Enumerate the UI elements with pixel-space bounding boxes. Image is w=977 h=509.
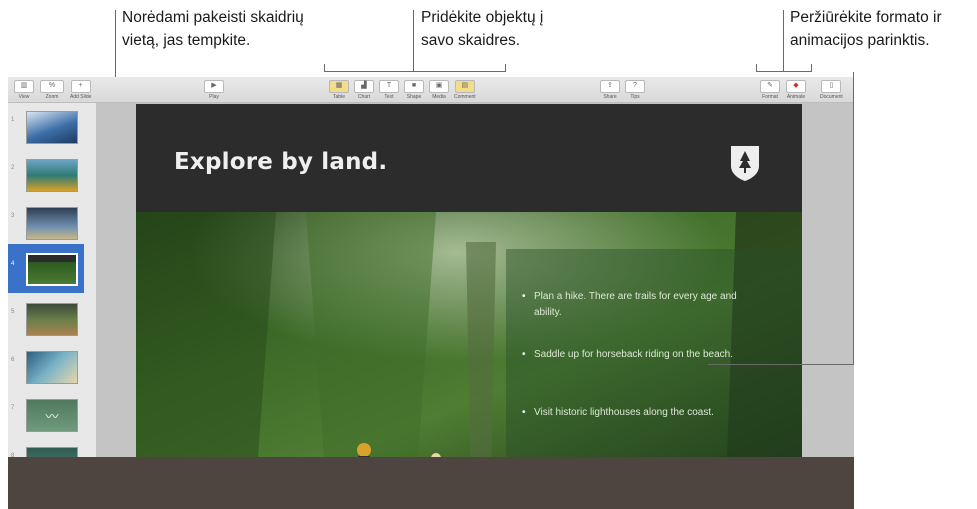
share-icon: ⇪ — [600, 80, 620, 93]
format-button[interactable]: ✎ Format — [760, 80, 780, 100]
callout-line-objects-r — [505, 64, 506, 72]
callout-line-format-h — [756, 71, 812, 72]
media-label: Media — [432, 94, 446, 100]
slide-number: 6 — [11, 357, 15, 363]
text-label: Text — [384, 94, 394, 100]
document-button[interactable]: ▯ Document — [820, 80, 843, 100]
slide-thumbnail-4[interactable] — [26, 253, 78, 286]
comment-label: Comment — [454, 94, 476, 100]
callout-format-line1: Peržiūrėkite formato ir — [790, 9, 942, 26]
slide-number: 3 — [11, 213, 15, 219]
add-slide-icon: + — [70, 80, 91, 93]
view-label: View — [18, 94, 30, 100]
share-label: Share — [603, 94, 617, 100]
bullet-text-box[interactable]: Plan a hike. There are trails for every … — [506, 249, 802, 484]
callout-navigator-line2: vietą, jas tempkite. — [122, 32, 251, 49]
slide-navigator: 1 2 3 4 5 6 7 〰 8 ⌒ — [8, 103, 97, 509]
callout-line-objects-h — [324, 71, 506, 72]
table-button[interactable]: ▦ Table — [329, 80, 349, 100]
tips-button[interactable]: ? Tips — [625, 80, 645, 100]
callout-format: Peržiūrėkite formato ir animacijos parin… — [790, 6, 942, 52]
table-label: Table — [333, 94, 345, 100]
add-slide-button[interactable]: + Add Slide — [70, 80, 91, 100]
keynote-window: ▥ View % Zoom + Add Slide ▶ Play ▦ Table… — [8, 77, 854, 509]
shield-tree-icon — [731, 146, 759, 181]
shape-icon: ■ — [404, 80, 424, 93]
animate-label: Animate — [786, 94, 806, 100]
callout-objects: Pridėkite objektų į savo skaidres. — [421, 6, 543, 52]
bullet-item-3: Visit historic lighthouses along the coa… — [522, 405, 764, 421]
bullet-item-2: Saddle up for horseback riding on the be… — [522, 347, 764, 363]
slide-number: 5 — [11, 309, 15, 315]
document-icon: ▯ — [821, 80, 842, 93]
media-button[interactable]: ▣ Media — [429, 80, 449, 100]
slide-thumbnail-3[interactable] — [26, 207, 78, 240]
callout-line-objects-v — [413, 10, 414, 72]
table-icon: ▦ — [329, 80, 349, 93]
text-icon: T — [379, 80, 399, 93]
current-slide[interactable]: Explore by land. • Plan a hike. There ar… — [136, 104, 802, 484]
chart-label: Chart — [357, 94, 371, 100]
callout-line-objects-l — [324, 64, 325, 72]
animate-icon: ◆ — [786, 80, 806, 93]
callout-objects-line1: Pridėkite objektų į — [421, 9, 544, 26]
tips-icon: ? — [625, 80, 645, 93]
shape-label: Shape — [406, 94, 422, 100]
callout-line-format-v — [783, 10, 784, 72]
add-slide-label: Add Slide — [70, 94, 92, 100]
shape-button[interactable]: ■ Shape — [404, 80, 424, 100]
view-icon: ▥ — [14, 80, 34, 93]
slide-number: 2 — [11, 165, 15, 171]
window-bottom-bar — [8, 457, 854, 509]
slide-thumbnail-5[interactable] — [26, 303, 78, 336]
share-button[interactable]: ⇪ Share — [600, 80, 620, 100]
chart-icon: ▟ — [354, 80, 374, 93]
bird-icon: 〰 — [45, 409, 59, 424]
play-icon: ▶ — [204, 80, 224, 93]
format-label: Format — [762, 94, 778, 100]
media-icon: ▣ — [429, 80, 449, 93]
slide-title[interactable]: Explore by land. — [174, 149, 387, 175]
tips-label: Tips — [630, 94, 640, 100]
slide-thumbnail-2[interactable] — [26, 159, 78, 192]
play-button[interactable]: ▶ Play — [204, 80, 224, 100]
callout-navigator-line1: Norėdami pakeisti skaidrių — [122, 9, 304, 26]
text-button[interactable]: T Text — [379, 80, 399, 100]
slide-thumbnail-1[interactable] — [26, 111, 78, 144]
callout-line-format-side-h — [708, 364, 854, 365]
view-button[interactable]: ▥ View — [14, 80, 34, 100]
toolbar: ▥ View % Zoom + Add Slide ▶ Play ▦ Table… — [8, 77, 854, 103]
document-label: Document — [820, 94, 843, 100]
bullet-item-1: Plan a hike. There are trails for every … — [522, 289, 764, 321]
play-label: Play — [209, 94, 219, 100]
zoom-label: Zoom — [45, 94, 59, 100]
animate-button[interactable]: ◆ Animate — [786, 80, 806, 100]
callout-line-format-r — [811, 64, 812, 72]
callout-navigator: Norėdami pakeisti skaidrių vietą, jas te… — [122, 6, 304, 52]
callout-line-format-side-v — [853, 72, 854, 364]
slide-thumbnail-7[interactable]: 〰 — [26, 399, 78, 432]
slide-thumbnail-6[interactable] — [26, 351, 78, 384]
zoom-button[interactable]: % Zoom — [40, 80, 64, 100]
comment-icon: ▤ — [454, 80, 475, 93]
slide-number: 4 — [11, 261, 15, 267]
slide-number: 7 — [11, 405, 15, 411]
comment-button[interactable]: ▤ Comment — [454, 80, 476, 100]
chart-button[interactable]: ▟ Chart — [354, 80, 374, 100]
callout-format-line2: animacijos parinktis. — [790, 32, 930, 49]
callout-objects-line2: savo skaidres. — [421, 32, 521, 49]
slide-number: 1 — [11, 117, 15, 123]
callout-line-format-l — [756, 64, 757, 72]
zoom-icon: % — [40, 80, 64, 93]
format-icon: ✎ — [760, 80, 780, 93]
